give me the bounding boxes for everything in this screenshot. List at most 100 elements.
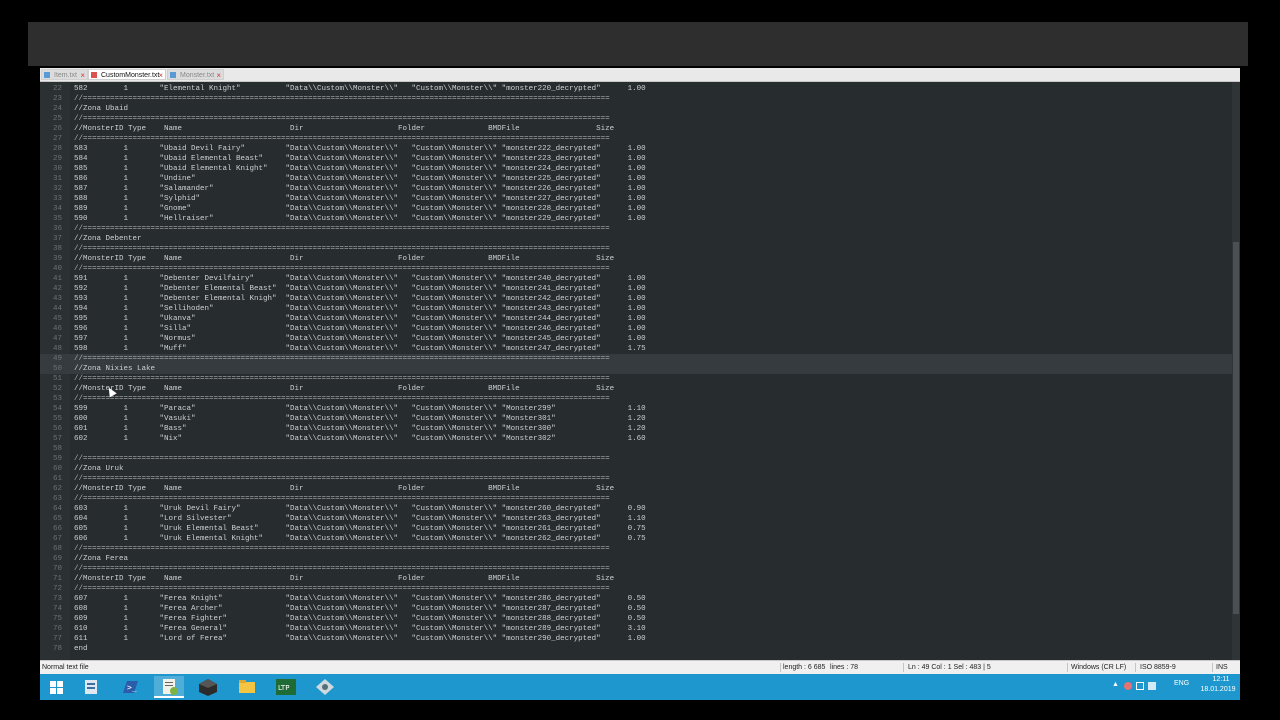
code-line[interactable]: 33 588 1 "Sylphid" "Data\\Custom\\Monster…	[40, 194, 1232, 204]
code-line[interactable]: 34 589 1 "Gnome" "Data\\Custom\\Monster\\…	[40, 204, 1232, 214]
code-line[interactable]: 73 607 1 "Ferea Knight" "Data\\Custom\\Mo…	[40, 594, 1232, 604]
separator-line[interactable]: 25 //====================================…	[40, 114, 1232, 124]
ltp-app-button[interactable]: LTP	[271, 676, 301, 698]
separator-line[interactable]: 27 //====================================…	[40, 134, 1232, 144]
code-line[interactable]: 46 596 1 "Silla" "Data\\Custom\\Monster\\…	[40, 324, 1232, 334]
notepad-plus-plus-button[interactable]	[154, 676, 184, 698]
line-text: 600 1 "Vasuki" "Data\\Custom\\Monster\\"…	[74, 415, 646, 423]
separator-line[interactable]: 72 //====================================…	[40, 584, 1232, 594]
separator-line[interactable]: 38 //====================================…	[40, 244, 1232, 254]
code-line[interactable]: 29 584 1 "Ubaid Elemental Beast" "Data\\C…	[40, 154, 1232, 164]
code-line[interactable]: 69 //Zona Ferea	[40, 554, 1232, 564]
code-line[interactable]: 42 592 1 "Debenter Elemental Beast" "Data…	[40, 284, 1232, 294]
separator-line[interactable]: 53 //====================================…	[40, 394, 1232, 404]
line-text: 598 1 "Muff" "Data\\Custom\\Monster\\" "…	[74, 345, 646, 353]
code-line[interactable]: 32 587 1 "Salamander" "Data\\Custom\\Mons…	[40, 184, 1232, 194]
code-line[interactable]: 60 //Zona Uruk	[40, 464, 1232, 474]
separator-line[interactable]: 23 //====================================…	[40, 94, 1232, 104]
separator-line[interactable]: 68 //====================================…	[40, 544, 1232, 554]
code-line[interactable]: 26 //MonsterID Type Name Dir Folder BMDFi…	[40, 124, 1232, 134]
code-line[interactable]: 37 //Zona Debenter	[40, 234, 1232, 244]
line-text: //Zona Ubaid	[74, 105, 129, 113]
volume-icon[interactable]	[1148, 682, 1156, 690]
separator-line[interactable]: 63 //====================================…	[40, 494, 1232, 504]
clock-time[interactable]: 12:11	[1206, 676, 1236, 683]
line-number: 60	[52, 465, 62, 473]
code-line[interactable]: 74 608 1 "Ferea Archer" "Data\\Custom\\Mo…	[40, 604, 1232, 614]
separator-text: //======================================…	[74, 115, 610, 123]
network-status-icon[interactable]	[1136, 682, 1144, 690]
clock-date[interactable]: 18.01.2019	[1198, 686, 1238, 693]
file-manager-button[interactable]	[76, 676, 106, 698]
code-line[interactable]: 67 606 1 "Uruk Elemental Knight" "Data\\C…	[40, 534, 1232, 544]
close-icon[interactable]: ×	[158, 70, 163, 81]
code-line[interactable]: 58	[40, 444, 1232, 454]
code-editor[interactable]: 22 582 1 "Elemental Knight" "Data\\Custom…	[40, 82, 1232, 660]
code-line[interactable]: 35 590 1 "Hellraiser" "Data\\Custom\\Mons…	[40, 214, 1232, 224]
code-line[interactable]: 45 595 1 "Ukanva" "Data\\Custom\\Monster\…	[40, 314, 1232, 324]
separator-line[interactable]: 51 //====================================…	[40, 374, 1232, 384]
separator-line[interactable]: 40 //====================================…	[40, 264, 1232, 274]
explorer-button[interactable]	[232, 676, 262, 698]
network-tool-button[interactable]	[310, 676, 340, 698]
tab-monster-txt[interactable]: Monster.txt ×	[167, 69, 224, 80]
code-line[interactable]: 22 582 1 "Elemental Knight" "Data\\Custom…	[40, 84, 1232, 94]
code-line[interactable]: 30 585 1 "Ubaid Elemental Knight" "Data\\…	[40, 164, 1232, 174]
code-line[interactable]: 77 611 1 "Lord of Ferea" "Data\\Custom\\M…	[40, 634, 1232, 644]
code-line[interactable]: 47 597 1 "Normus" "Data\\Custom\\Monster\…	[40, 334, 1232, 344]
code-line[interactable]: 64 603 1 "Uruk Devil Fairy" "Data\\Custom…	[40, 504, 1232, 514]
line-number: 52	[52, 385, 62, 393]
svg-text:>_: >_	[127, 683, 137, 692]
powershell-button[interactable]: >_	[115, 676, 145, 698]
code-line[interactable]: 62 //MonsterID Type Name Dir Folder BMDFi…	[40, 484, 1232, 494]
separator-text: //======================================…	[74, 475, 610, 483]
code-line[interactable]: 75 609 1 "Ferea Fighter" "Data\\Custom\\M…	[40, 614, 1232, 624]
line-number: 61	[52, 475, 62, 483]
line-text: //MonsterID Type Name Dir Folder BMDFile…	[74, 385, 615, 393]
line-number: 54	[52, 405, 62, 413]
system-tray[interactable]: ▲	[1112, 680, 1172, 694]
code-line[interactable]: 39 //MonsterID Type Name Dir Folder BMDFi…	[40, 254, 1232, 264]
separator-line[interactable]: 36 //====================================…	[40, 224, 1232, 234]
scrollbar-thumb[interactable]	[1233, 242, 1239, 614]
language-indicator[interactable]: ENG	[1174, 680, 1189, 687]
separator-text: //======================================…	[74, 545, 610, 553]
code-line[interactable]: 24 //Zona Ubaid	[40, 104, 1232, 114]
code-line[interactable]: 76 610 1 "Ferea General" "Data\\Custom\\M…	[40, 624, 1232, 634]
line-number: 27	[52, 135, 62, 143]
code-line[interactable]: 78 end	[40, 644, 1232, 654]
tab-custommonster-txt[interactable]: CustomMonster.txt ×	[88, 69, 166, 80]
separator-line[interactable]: 59 //====================================…	[40, 454, 1232, 464]
code-line[interactable]: 28 583 1 "Ubaid Devil Fairy" "Data\\Custo…	[40, 144, 1232, 154]
code-line[interactable]: 52 //MonsterID Type Name Dir Folder BMDFi…	[40, 384, 1232, 394]
code-line[interactable]: 43 593 1 "Debenter Elemental Knigh" "Data…	[40, 294, 1232, 304]
code-line[interactable]: 66 605 1 "Uruk Elemental Beast" "Data\\Cu…	[40, 524, 1232, 534]
close-icon[interactable]: ×	[216, 70, 221, 81]
code-line[interactable]: 31 586 1 "Undine" "Data\\Custom\\Monster\…	[40, 174, 1232, 184]
separator-line[interactable]: 49 //====================================…	[40, 354, 1232, 364]
code-line[interactable]: 54 599 1 "Paraca" "Data\\Custom\\Monster\…	[40, 404, 1232, 414]
separator-line[interactable]: 70 //====================================…	[40, 564, 1232, 574]
code-line[interactable]: 56 601 1 "Bass" "Data\\Custom\\Monster\\"…	[40, 424, 1232, 434]
line-text: 608 1 "Ferea Archer" "Data\\Custom\\Mons…	[74, 605, 646, 613]
code-line[interactable]: 41 591 1 "Debenter Devilfairy" "Data\\Cus…	[40, 274, 1232, 284]
code-line[interactable]: 57 602 1 "Nix" "Data\\Custom\\Monster\\" …	[40, 434, 1232, 444]
start-button[interactable]	[42, 676, 72, 698]
separator-text: //======================================…	[74, 265, 610, 273]
code-line[interactable]: 48 598 1 "Muff" "Data\\Custom\\Monster\\"…	[40, 344, 1232, 354]
tab-item-txt[interactable]: Item.txt ×	[41, 69, 88, 80]
folder-icon	[239, 680, 255, 693]
separator-line[interactable]: 61 //====================================…	[40, 474, 1232, 484]
3d-app-button[interactable]	[193, 676, 223, 698]
line-number: 42	[52, 285, 62, 293]
code-line[interactable]: 71 //MonsterID Type Name Dir Folder BMDFi…	[40, 574, 1232, 584]
close-icon[interactable]: ×	[80, 70, 85, 81]
code-line[interactable]: 50 //Zona Nixies Lake	[40, 364, 1232, 374]
tray-app-icon[interactable]	[1124, 682, 1132, 690]
chevron-up-icon[interactable]: ▲	[1112, 681, 1119, 688]
code-line[interactable]: 55 600 1 "Vasuki" "Data\\Custom\\Monster\…	[40, 414, 1232, 424]
code-line[interactable]: 65 604 1 "Lord Silvester" "Data\\Custom\\…	[40, 514, 1232, 524]
line-text: //MonsterID Type Name Dir Folder BMDFile…	[74, 125, 615, 133]
line-number: 63	[52, 495, 62, 503]
code-line[interactable]: 44 594 1 "Sellihoden" "Data\\Custom\\Mons…	[40, 304, 1232, 314]
